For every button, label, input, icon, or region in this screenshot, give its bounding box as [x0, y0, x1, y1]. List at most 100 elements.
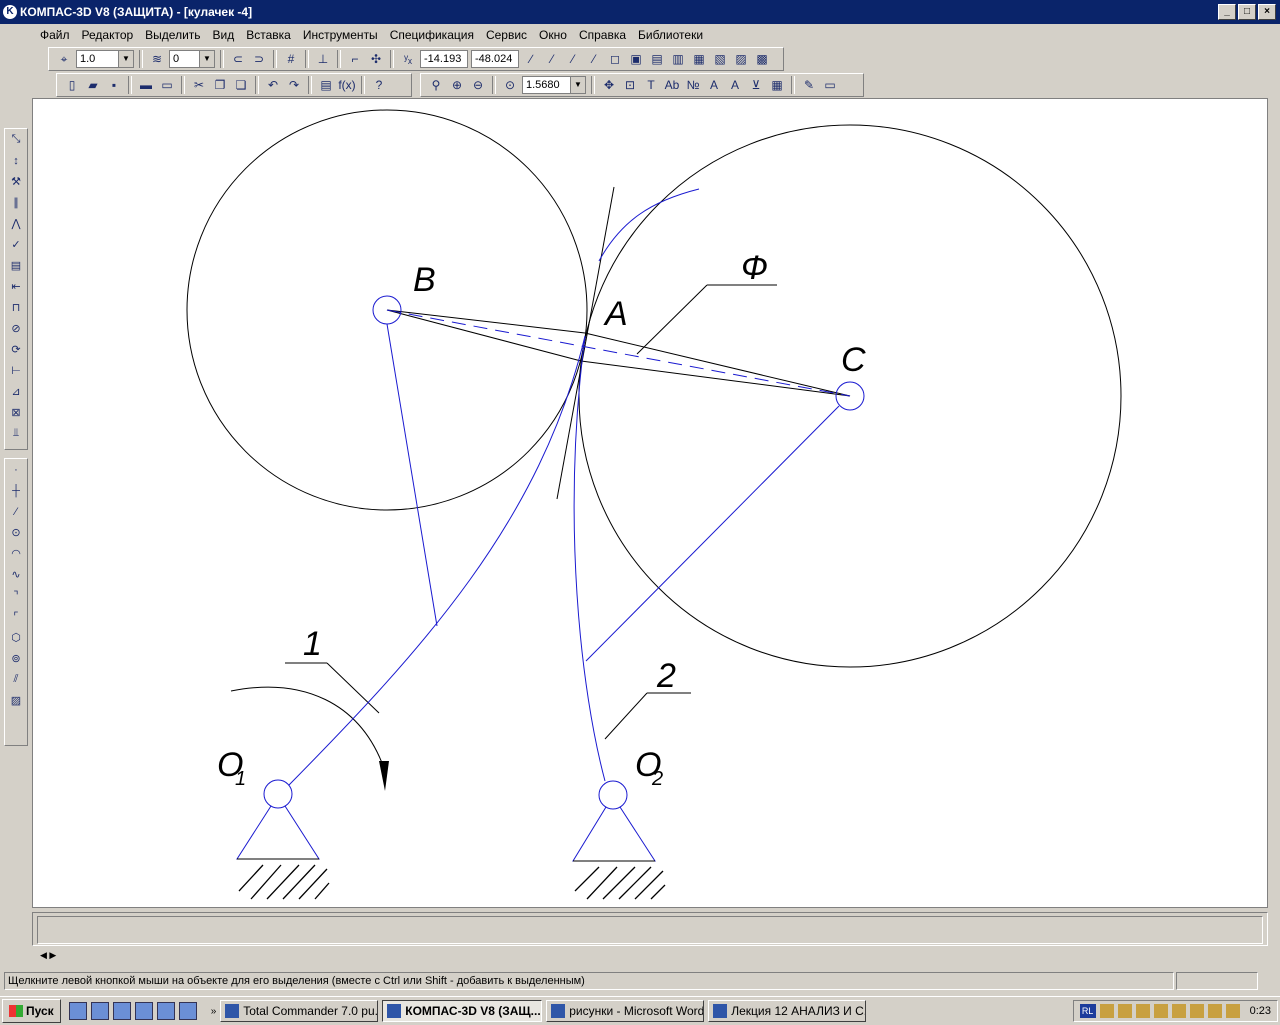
document-icon[interactable]	[134, 1002, 153, 1020]
step-combo[interactable]: 1.0 ▼	[76, 50, 134, 68]
menu-specification[interactable]: Спецификация	[384, 28, 480, 42]
spline-icon[interactable]: ∿	[6, 564, 26, 585]
base-icon[interactable]: ⫫	[6, 423, 26, 444]
tool-icon[interactable]	[112, 1002, 131, 1020]
snap-intersect-icon[interactable]: ⁄	[585, 50, 603, 68]
menu-tools[interactable]: Инструменты	[297, 28, 384, 42]
angular-dim-icon[interactable]: ⟳	[6, 339, 26, 360]
menu-view[interactable]: Вид	[207, 28, 241, 42]
coord-y-field[interactable]: -48.024	[471, 50, 519, 68]
undo-icon[interactable]: ↶	[264, 76, 282, 94]
maximize-button[interactable]: □	[1238, 4, 1256, 20]
browser-icon[interactable]	[156, 1002, 175, 1020]
segment-icon[interactable]: ⁄	[6, 501, 26, 522]
fill-icon[interactable]: ▨	[6, 690, 26, 711]
menu-editor[interactable]: Редактор	[76, 28, 140, 42]
snap-midpoint-icon[interactable]: ⁄	[564, 50, 582, 68]
zoom-out-icon[interactable]: ⊖	[469, 76, 487, 94]
close-button[interactable]: ×	[1258, 4, 1276, 20]
dimensions-icon[interactable]: ↕	[6, 150, 26, 171]
snap-point-icon[interactable]: ▣	[627, 50, 645, 68]
aux-line-icon[interactable]: ┼	[6, 480, 26, 501]
snap-normal-icon[interactable]: ▥	[669, 50, 687, 68]
cut-icon[interactable]: ✂	[190, 76, 208, 94]
print-preview-icon[interactable]: ▭	[158, 76, 176, 94]
menu-select[interactable]: Выделить	[139, 28, 206, 42]
snap-grid-icon[interactable]: ▨	[732, 50, 750, 68]
geometry-icon[interactable]: ⤡	[6, 129, 26, 150]
task-word-risunki[interactable]: рисунки - Microsoft Word	[546, 1000, 705, 1022]
round-icon[interactable]: ✣	[367, 50, 385, 68]
contour-icon[interactable]: ⊚	[6, 648, 26, 669]
new-document-icon[interactable]: ▯	[63, 76, 81, 94]
hatch-icon[interactable]: ⫽	[6, 669, 26, 690]
local-cs-icon[interactable]: ⊥	[314, 50, 332, 68]
task-total-commander[interactable]: Total Commander 7.0 pu...	[220, 1000, 379, 1022]
print-icon[interactable]: ▬	[137, 76, 155, 94]
clover-icon[interactable]	[178, 1002, 197, 1020]
font-icon[interactable]: A	[705, 76, 723, 94]
snap-tangent-icon[interactable]: ▤	[648, 50, 666, 68]
spec-icon[interactable]: ▤	[6, 255, 26, 276]
tolerance-icon[interactable]: ⊠	[6, 402, 26, 423]
firefox-icon[interactable]	[68, 1002, 87, 1020]
copy-icon[interactable]: ❐	[211, 76, 229, 94]
snap-icon[interactable]: ⊂	[229, 50, 247, 68]
zoom-in-icon[interactable]: ⊕	[448, 76, 466, 94]
arc-icon[interactable]: ◠	[6, 543, 26, 564]
task-word-lecture[interactable]: Лекция 12 АНАЛИЗ И С...	[708, 1000, 867, 1022]
rough-icon[interactable]: ⊻	[747, 76, 765, 94]
roughness-icon[interactable]: ⊿	[6, 381, 26, 402]
device-icon[interactable]: ▭	[821, 76, 839, 94]
save-disk-icon[interactable]	[90, 1002, 109, 1020]
ortho-icon[interactable]: ⌐	[346, 50, 364, 68]
antivirus-icon[interactable]	[1171, 1004, 1186, 1018]
chamfer-icon[interactable]: ⌝	[6, 585, 26, 606]
snap-quad-icon[interactable]: ▦	[690, 50, 708, 68]
drawing-canvas[interactable]: B A C Ф 1 2 O 1 O 2	[32, 98, 1268, 908]
open-icon[interactable]: ▰	[84, 76, 102, 94]
menu-file[interactable]: Файл	[34, 28, 76, 42]
params-icon[interactable]: ∥	[6, 192, 26, 213]
start-button[interactable]: Пуск	[2, 999, 61, 1023]
snap-center-icon[interactable]: ◻	[606, 50, 624, 68]
menu-libraries[interactable]: Библиотеки	[632, 28, 709, 42]
edit-icon[interactable]: ⚒	[6, 171, 26, 192]
panel-scroll-arrows[interactable]: ◀ ▶	[40, 950, 56, 961]
paste-icon[interactable]: ❏	[232, 76, 250, 94]
circle-icon[interactable]: ⊙	[6, 522, 26, 543]
polygon-icon[interactable]: ⬡	[6, 627, 26, 648]
symbol-icon[interactable]: №	[684, 76, 702, 94]
tray-icon[interactable]	[1117, 1004, 1132, 1018]
menu-window[interactable]: Окно	[533, 28, 573, 42]
line-style-icon[interactable]: ∕	[522, 50, 540, 68]
fillet-icon[interactable]: ⌜	[6, 606, 26, 627]
redo-icon[interactable]: ↷	[285, 76, 303, 94]
volume-icon[interactable]	[1207, 1004, 1222, 1018]
tray-icon[interactable]	[1099, 1004, 1114, 1018]
leader-icon[interactable]: ⊢	[6, 360, 26, 381]
spell-icon[interactable]: Ab	[663, 76, 681, 94]
menu-insert[interactable]: Вставка	[240, 28, 297, 42]
measure-icon[interactable]: ⋀	[6, 213, 26, 234]
text-icon[interactable]: T	[642, 76, 660, 94]
layer-combo[interactable]: 0 ▼	[169, 50, 215, 68]
zoom-window-icon[interactable]: ⚲	[427, 76, 445, 94]
point-icon[interactable]: ·	[6, 459, 26, 480]
more-chevron-icon[interactable]: »	[211, 1006, 217, 1017]
properties-icon[interactable]: ▩	[753, 50, 771, 68]
tray-icon[interactable]	[1153, 1004, 1168, 1018]
snap-angle-icon[interactable]: ▧	[711, 50, 729, 68]
manager-icon[interactable]: ▤	[317, 76, 335, 94]
font-underline-icon[interactable]: A	[726, 76, 744, 94]
language-indicator[interactable]: RL	[1079, 1004, 1096, 1018]
tray-icon[interactable]	[1189, 1004, 1204, 1018]
variables-icon[interactable]: f(x)	[338, 76, 356, 94]
network-icon[interactable]	[1225, 1004, 1240, 1018]
radial-dim-icon[interactable]: ⊘	[6, 318, 26, 339]
coord-x-field[interactable]: -14.193	[420, 50, 468, 68]
pan-icon[interactable]: ✥	[600, 76, 618, 94]
task-kompas[interactable]: КОМПАС-3D V8 (ЗАЩ...	[382, 1000, 543, 1022]
snap-nearest-icon[interactable]: ⁄	[543, 50, 561, 68]
linear-dim-icon[interactable]: ⇤	[6, 276, 26, 297]
